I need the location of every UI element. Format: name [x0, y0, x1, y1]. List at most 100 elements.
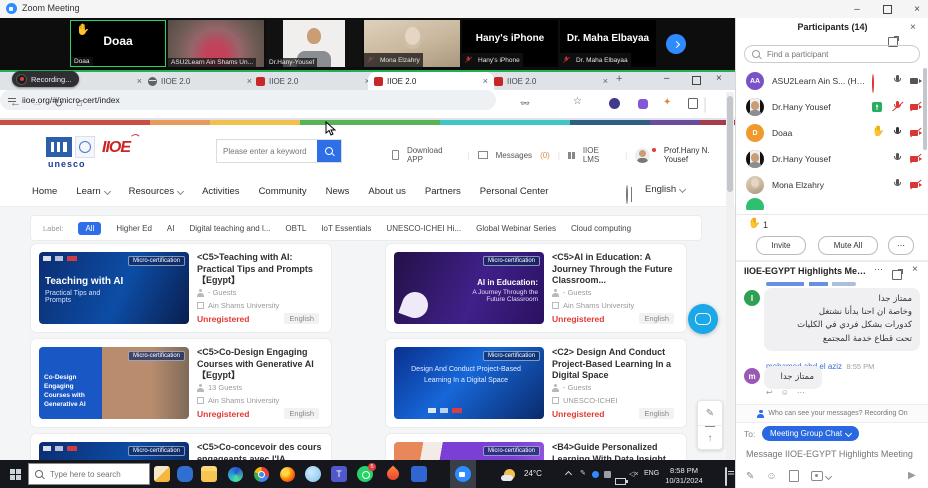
tray-network-icon[interactable] [604, 471, 611, 478]
mail-app-icon[interactable] [176, 465, 194, 483]
chat-privacy-notice[interactable]: Who can see your messages? Recording On [736, 404, 928, 423]
filter-all[interactable]: All [78, 222, 101, 235]
invite-button[interactable]: Invite [756, 236, 806, 255]
weather-temp[interactable]: 24°C [524, 469, 542, 478]
course-card-1[interactable]: Micro-certification Teaching with AI Pra… [30, 243, 332, 333]
chat-target-selector[interactable]: Meeting Group Chat [762, 426, 859, 441]
mute-all-button[interactable]: Mute All [818, 236, 878, 255]
taskbar-clock[interactable]: 8:58 PM 10/31/2024 [660, 466, 708, 486]
nav-resources[interactable]: Resources [129, 186, 183, 197]
keyboard-language[interactable]: ENG [644, 470, 659, 477]
browser-tab-5[interactable]: IIOE 2.0 × [488, 72, 614, 90]
course-card-6[interactable]: Micro-certification <B4>Guide Personaliz… [385, 433, 687, 460]
course-card-2[interactable]: Micro-certification AI in Education: A J… [385, 243, 687, 333]
attach-file-icon[interactable] [789, 470, 799, 482]
mic-icon[interactable] [892, 153, 903, 165]
tray-bluetooth-icon[interactable] [592, 471, 599, 478]
download-app-link[interactable]: Download APP [407, 146, 460, 164]
paint3d-icon[interactable] [304, 465, 322, 483]
mic-icon[interactable] [892, 179, 903, 191]
extension-sparkle-icon[interactable]: ✦ [663, 97, 671, 108]
whatsapp-icon[interactable]: 5 [356, 465, 374, 483]
nav-about[interactable]: About us [368, 186, 406, 197]
filter-obtl[interactable]: OBTL [285, 224, 306, 233]
video-tile-maha[interactable]: Dr. Maha Elbayaa Dr. Maha Elbayaa [560, 20, 656, 67]
start-button[interactable] [6, 465, 24, 483]
profile-avatar[interactable] [635, 148, 650, 163]
nav-community[interactable]: Community [259, 186, 307, 197]
tray-expand-icon[interactable] [565, 471, 572, 478]
unesco-logo[interactable] [46, 136, 95, 158]
browser-tab-3[interactable]: IIOE 2.0 × [250, 72, 376, 90]
recording-indicator[interactable]: Recording... [12, 71, 79, 87]
reply-icon[interactable]: ↩ [766, 388, 773, 397]
site-info-icon[interactable] [8, 96, 16, 104]
send-icon[interactable]: ▶ [908, 470, 916, 481]
teams-icon[interactable]: T [330, 465, 348, 483]
mic-icon[interactable] [892, 75, 903, 87]
nav-personal-center[interactable]: Personal Center [480, 186, 549, 197]
chat-close-icon[interactable]: × [912, 264, 918, 275]
participants-close-icon[interactable]: × [910, 22, 916, 33]
camera-off-icon[interactable] [910, 101, 923, 113]
filter-iot[interactable]: IoT Essentials [321, 224, 371, 233]
battery-icon[interactable] [615, 478, 626, 485]
new-tab-button[interactable]: + [616, 73, 622, 85]
taskbar-search[interactable] [28, 463, 150, 485]
emoji-icon[interactable]: ☺ [766, 471, 776, 482]
filter-unesco-ichei[interactable]: UNESCO-ICHEI Hi... [386, 224, 461, 233]
next-videos-button[interactable] [666, 34, 686, 54]
nav-news[interactable]: News [326, 186, 350, 197]
extension-icon-1[interactable] [609, 98, 620, 109]
bookmark-star-icon[interactable]: ☆ [573, 96, 582, 107]
messages-link[interactable]: Messages [496, 151, 532, 160]
camera-off-icon[interactable] [910, 153, 923, 165]
browser-minimize-button[interactable]: – [664, 73, 670, 84]
video-tile-hanys-iphone[interactable]: Hany's iPhone Hany's iPhone [462, 20, 558, 67]
screenshot-icon[interactable] [811, 471, 831, 481]
filter-cloud[interactable]: Cloud computing [571, 224, 631, 233]
course-card-4[interactable]: Micro-certification Design And Conduct P… [385, 338, 687, 428]
course-card-3[interactable]: Micro-certification Co-Design Engaging C… [30, 338, 332, 428]
course-card-5[interactable]: Micro-certification <C5>Co-concevoir des… [30, 433, 332, 460]
emoji-react-icon[interactable]: ☺ [781, 388, 789, 397]
browser-restore-button[interactable] [692, 76, 701, 85]
filter-webinar[interactable]: Global Webinar Series [476, 224, 556, 233]
participant-row[interactable]: AA ASU2Learn Ain S... (Host, me) [736, 68, 928, 94]
more-options-button[interactable]: ⋯ [888, 236, 914, 255]
edge-icon[interactable] [226, 465, 244, 483]
scrollbar-thumb[interactable] [727, 96, 733, 192]
camera-icon[interactable] [910, 75, 923, 87]
nav-activities[interactable]: Activities [202, 186, 239, 197]
tray-pen-icon[interactable]: ✎ [580, 469, 586, 477]
reload-icon[interactable]: ↻ [54, 97, 63, 110]
language-globe-icon[interactable] [626, 185, 628, 204]
video-tile-asu2learn[interactable]: ASU2Learn Ain Shams Un... [168, 20, 264, 67]
more-icon[interactable]: ⋯ [797, 388, 805, 397]
chat-message-input[interactable] [744, 448, 926, 460]
speaker-muted-icon[interactable]: ◁× [629, 470, 638, 478]
weather-icon[interactable] [502, 465, 516, 483]
sticky-notes-icon[interactable] [153, 465, 171, 483]
camera-off-icon[interactable] [910, 127, 923, 139]
video-tile-doaa[interactable]: ✋ Doaa Doaa [70, 20, 166, 67]
participant-row[interactable]: Dr.Hany Yousef [736, 146, 928, 172]
browser-tab-2[interactable]: IIOE 2.0 × [142, 72, 258, 90]
filter-higher-ed[interactable]: Higher Ed [116, 224, 152, 233]
zoom-taskbar-icon[interactable] [450, 460, 476, 488]
chat-more-icon[interactable]: ⋯ [874, 264, 883, 275]
chat-support-fab[interactable] [688, 304, 718, 334]
browser-close-button[interactable]: × [716, 73, 722, 84]
participant-row[interactable]: D Doaa ✋ [736, 120, 928, 146]
firefox-icon[interactable] [278, 465, 296, 483]
filter-digital-teaching[interactable]: Digital teaching and l... [189, 224, 270, 233]
back-to-top-button[interactable]: ↑ [705, 426, 715, 450]
nav-home[interactable]: Home [32, 186, 57, 197]
camera-off-icon[interactable] [910, 179, 923, 191]
site-search-input[interactable] [217, 147, 317, 156]
chat-popout-icon[interactable] [892, 270, 902, 280]
participant-row[interactable]: Mona Elzahry [736, 172, 928, 198]
photoshop-express-icon[interactable] [410, 465, 428, 483]
site-search-button[interactable] [317, 140, 341, 162]
filter-ai[interactable]: AI [167, 224, 175, 233]
